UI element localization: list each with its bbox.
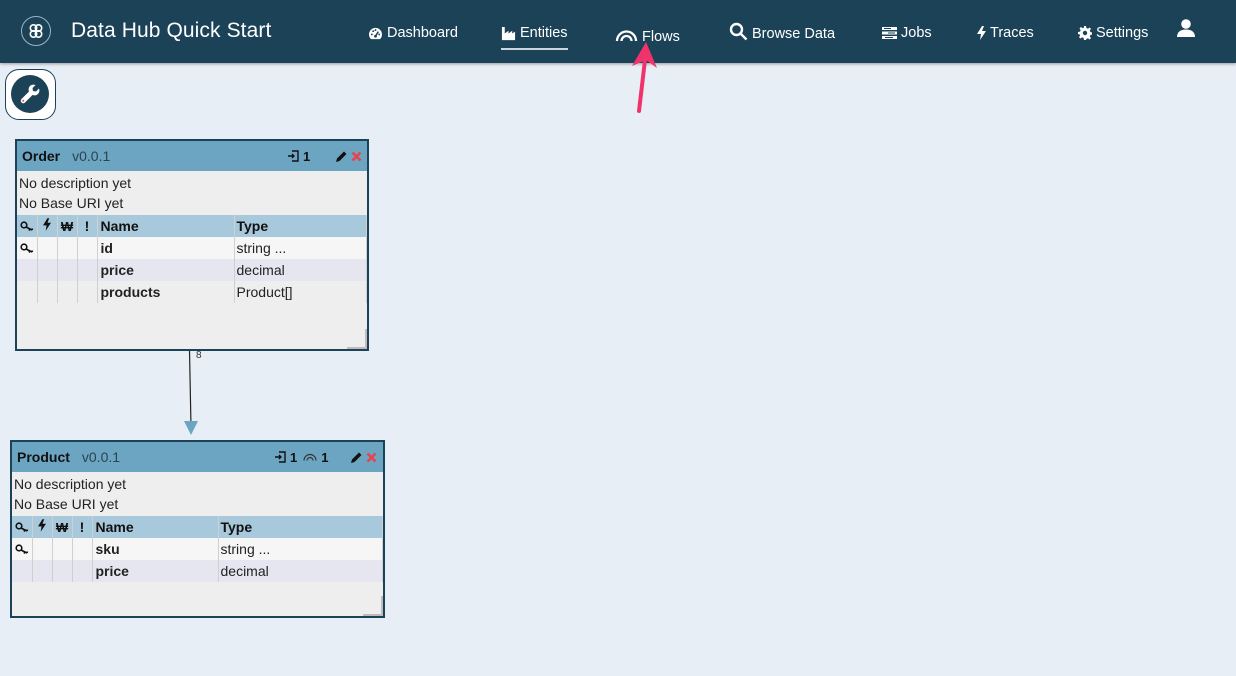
property-type: string ... (234, 237, 367, 259)
input-count: 1 (290, 449, 298, 465)
nav-jobs-label: Jobs (901, 25, 932, 41)
properties-table: ₩ ! Name Type sku string ... price decim… (12, 516, 383, 582)
relationship-connector[interactable] (180, 349, 205, 439)
entity-description: No description yet (14, 476, 127, 492)
property-type: string ... (218, 538, 383, 560)
property-row[interactable]: products Product[] (17, 281, 367, 303)
edit-pencil-icon[interactable] (350, 451, 363, 464)
dashboard-icon (369, 27, 382, 39)
nav-dashboard-label: Dashboard (387, 25, 458, 41)
top-navbar: Data Hub Quick Start Dashboard Entities … (0, 0, 1236, 63)
bolt-icon (38, 519, 46, 532)
user-icon[interactable] (1176, 19, 1196, 39)
range-index-column-header: ₩ (57, 215, 78, 237)
entity-base-uri: No Base URI yet (19, 195, 124, 211)
key-icon (15, 544, 29, 554)
property-name: sku (92, 538, 219, 560)
entity-name: Product (17, 449, 70, 465)
entity-box-order[interactable]: Order v0.0.1 1 No description yet No Bas… (15, 139, 369, 351)
tasks-icon (882, 27, 897, 39)
primary-key-column-header (12, 516, 33, 538)
nav-traces-label: Traces (990, 25, 1034, 41)
tools-button[interactable] (5, 69, 56, 120)
app-title[interactable]: Data Hub Quick Start (71, 19, 271, 43)
name-column-header: Name (92, 516, 219, 538)
flows-icon (303, 453, 317, 461)
entity-name: Order (22, 148, 61, 164)
delete-icon[interactable] (366, 452, 377, 463)
property-type: Product[] (234, 281, 367, 303)
key-icon (15, 522, 29, 532)
delete-icon[interactable] (351, 151, 362, 162)
entity-base-uri: No Base URI yet (14, 496, 119, 512)
required-column-header: ! (77, 215, 98, 237)
primary-key-column-header (17, 215, 38, 237)
edit-pencil-icon[interactable] (335, 150, 348, 163)
property-name: price (92, 560, 219, 582)
property-row[interactable]: sku string ... (12, 538, 383, 560)
resize-handle[interactable] (363, 596, 383, 616)
element-range-index-column-header (32, 516, 53, 538)
nav-settings[interactable]: Settings (1078, 22, 1148, 44)
entity-box-product[interactable]: Product v0.0.1 1 1 No description yet No… (10, 440, 385, 618)
entity-version: v0.0.1 (72, 148, 111, 164)
entity-description: No description yet (19, 175, 132, 191)
nav-browse-data-label: Browse Data (752, 26, 836, 42)
properties-table: ₩ ! Name Type id string ... price decima… (17, 215, 367, 303)
required-column-header: ! (72, 516, 93, 538)
resize-handle[interactable] (347, 329, 367, 349)
properties-header-row: ₩ ! Name Type (17, 215, 367, 237)
annotation-arrow (632, 42, 657, 113)
connector-label: 8 (196, 350, 202, 361)
key-icon (20, 243, 34, 253)
sign-in-icon (275, 451, 286, 463)
entity-stats: 1 1 (274, 450, 328, 465)
property-type: decimal (218, 560, 383, 582)
wrench-icon (20, 84, 40, 104)
gear-icon (1078, 26, 1092, 40)
input-count: 1 (303, 148, 311, 164)
property-row[interactable]: price decimal (17, 259, 367, 281)
nav-entities-label: Entities (520, 25, 568, 41)
properties-header-row: ₩ ! Name Type (12, 516, 383, 538)
property-name: products (97, 281, 235, 303)
entity-version: v0.0.1 (81, 449, 121, 465)
nav-jobs[interactable]: Jobs (882, 22, 932, 44)
nav-browse-data[interactable]: Browse Data (729, 20, 835, 42)
element-range-index-column-header (37, 215, 58, 237)
nav-entities[interactable]: Entities (501, 22, 568, 50)
connector-arrowhead (184, 421, 198, 435)
entity-header[interactable]: Product v0.0.1 1 1 (12, 442, 383, 472)
flow-count: 1 (321, 449, 329, 465)
sign-in-icon (288, 150, 299, 162)
nav-traces[interactable]: Traces (977, 22, 1034, 44)
property-name: price (97, 259, 235, 281)
property-type: decimal (234, 259, 367, 281)
entity-stats: 1 (287, 149, 310, 164)
bolt-icon (43, 218, 51, 231)
app-logo-icon[interactable] (21, 16, 51, 46)
bolt-icon (977, 26, 986, 40)
property-name: id (97, 237, 235, 259)
type-column-header: Type (234, 215, 367, 237)
nav-settings-label: Settings (1096, 25, 1149, 41)
name-column-header: Name (97, 215, 235, 237)
nav-dashboard[interactable]: Dashboard (368, 22, 458, 44)
key-icon (20, 221, 34, 231)
range-index-column-header: ₩ (52, 516, 73, 538)
search-icon (729, 22, 748, 40)
entity-header[interactable]: Order v0.0.1 1 (17, 141, 367, 171)
type-column-header: Type (218, 516, 383, 538)
property-row[interactable]: price decimal (12, 560, 383, 582)
property-row[interactable]: id string ... (17, 237, 367, 259)
factory-icon (501, 26, 516, 40)
